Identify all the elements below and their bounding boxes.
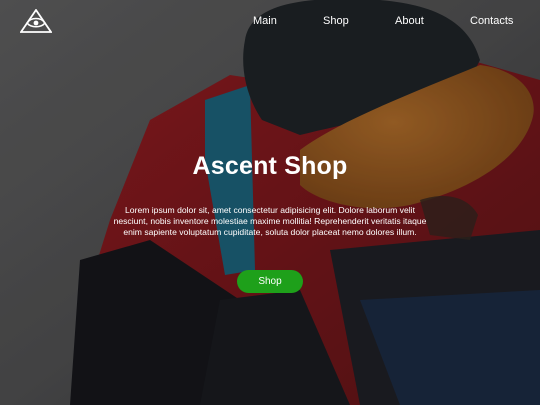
nav-item-shop[interactable]: Shop	[323, 14, 349, 28]
nav-item-main[interactable]: Main	[253, 14, 277, 28]
top-navigation: Main Shop About Contacts	[0, 14, 540, 30]
hero-overlay	[0, 0, 540, 405]
hero-description: Lorem ipsum dolor sit, amet consectetur …	[113, 205, 427, 238]
nav-item-contacts[interactable]: Contacts	[470, 14, 513, 28]
hero-title: Ascent Shop	[192, 152, 348, 180]
shop-button[interactable]: Shop	[237, 270, 303, 293]
nav-item-about[interactable]: About	[395, 14, 424, 28]
